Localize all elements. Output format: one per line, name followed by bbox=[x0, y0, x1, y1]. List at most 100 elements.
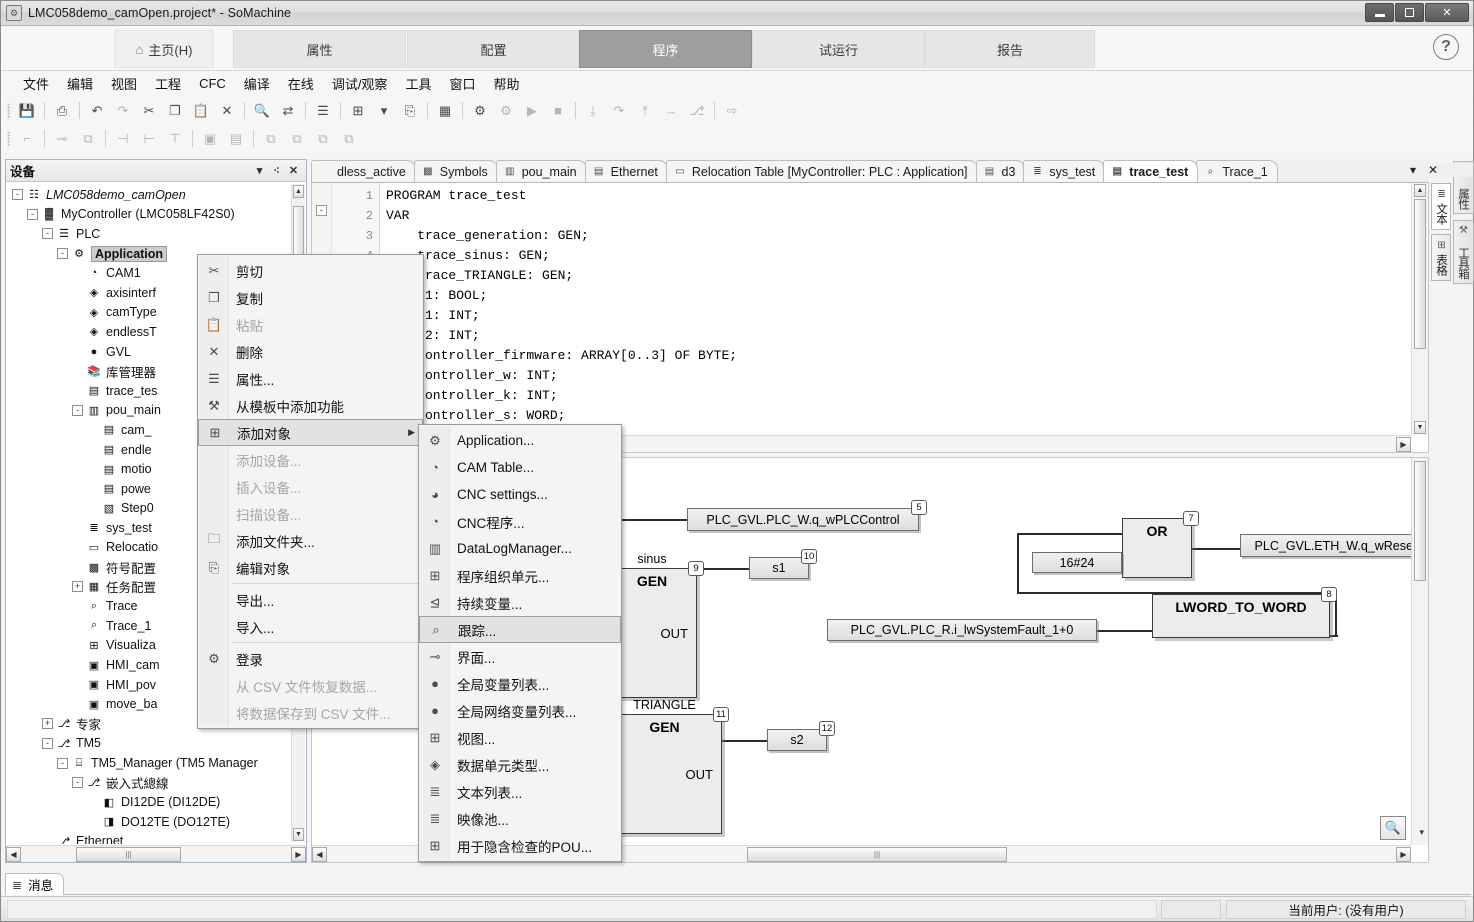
variable-execution-order-badge[interactable]: 12 bbox=[819, 721, 835, 736]
close-button[interactable]: ✕ bbox=[1425, 3, 1469, 22]
devices-close-icon[interactable]: ✕ bbox=[285, 162, 302, 179]
var-box-plc-control[interactable]: PLC_GVL.PLC_W.q_wPLCControl 5 bbox=[687, 500, 927, 531]
menu-item[interactable]: ❐ 复制 bbox=[198, 284, 423, 311]
help-icon[interactable]: ? bbox=[1433, 34, 1459, 60]
menu-edit[interactable]: 编辑 bbox=[58, 72, 102, 95]
menu-window[interactable]: 窗口 bbox=[440, 72, 484, 95]
toolbar-grip[interactable] bbox=[7, 130, 11, 147]
collapse-icon[interactable]: - bbox=[72, 404, 83, 416]
menu-item[interactable]: ⌕ 跟踪... bbox=[419, 616, 621, 643]
collapse-icon[interactable]: - bbox=[42, 737, 53, 749]
devices-hscroll-thumb[interactable]: ||| bbox=[76, 846, 181, 862]
tree-item[interactable]: - ⎇ 嵌入式總線 bbox=[6, 773, 306, 793]
tree-item[interactable]: ◨ DO12TE (DO12TE) bbox=[6, 812, 306, 832]
undo-icon[interactable]: ↶ bbox=[85, 100, 109, 122]
menu-item[interactable]: ⚙ 登录 bbox=[198, 645, 423, 672]
editor-tab[interactable]: ▤ Ethernet bbox=[584, 160, 668, 182]
cfc-hscroll-right-arrow[interactable]: ▶ bbox=[1396, 846, 1411, 862]
block-execution-order-badge[interactable]: 7 bbox=[1183, 511, 1199, 526]
var-box-s1[interactable]: s1 10 bbox=[749, 549, 817, 579]
devices-hscroll-left-arrow[interactable]: ◀ bbox=[6, 846, 21, 862]
tree-item[interactable]: - ☷ LMC058demo_camOpen bbox=[6, 185, 306, 205]
collapse-icon[interactable]: - bbox=[57, 757, 68, 769]
ribbon-tab-home[interactable]: ⌂ 主页(H) bbox=[114, 30, 214, 68]
menu-item[interactable]: ◈ 数据单元类型... bbox=[419, 751, 621, 778]
tree-item[interactable]: - ☰ PLC bbox=[6, 224, 306, 244]
expand-icon[interactable]: + bbox=[72, 581, 83, 593]
devices-pin-icon[interactable]: ⁖ bbox=[268, 162, 285, 179]
devices-scroll-down-arrow[interactable]: ▼ bbox=[293, 828, 304, 841]
add-object-icon[interactable]: ⊞ bbox=[346, 100, 370, 122]
menu-item[interactable]: ⎘ 编辑对象 bbox=[198, 554, 423, 581]
menu-item[interactable]: 导出... bbox=[198, 586, 423, 613]
side-tab-toolbox[interactable]: ⚒ 工具箱 bbox=[1453, 220, 1474, 284]
menu-project[interactable]: 工程 bbox=[146, 72, 190, 95]
collapse-icon[interactable]: - bbox=[42, 228, 53, 240]
menu-item[interactable]: ⊞ 添加对象 ▶ bbox=[198, 419, 423, 446]
ribbon-tab-configuration[interactable]: 配置 bbox=[407, 30, 580, 68]
menu-item[interactable]: ◔ CNC程序... bbox=[419, 508, 621, 535]
cfc-hscroll-left-arrow[interactable]: ◀ bbox=[312, 846, 327, 862]
menu-file[interactable]: 文件 bbox=[14, 72, 58, 95]
block-execution-order-badge[interactable]: 11 bbox=[713, 707, 729, 722]
cfc-hscroll-thumb[interactable]: ||| bbox=[747, 846, 1007, 862]
find-icon[interactable]: 🔍 bbox=[250, 100, 274, 122]
block-lword-to-word[interactable]: LWORD_TO_WORD 8 bbox=[1152, 587, 1337, 638]
block-execution-order-badge[interactable]: 9 bbox=[688, 561, 704, 576]
code-vertical-scrollbar[interactable]: ▲ ▼ bbox=[1411, 183, 1428, 435]
copy-icon[interactable]: ❐ bbox=[163, 100, 187, 122]
cfc-scroll-thumb[interactable] bbox=[1414, 461, 1426, 581]
variable-execution-order-badge[interactable]: 10 bbox=[801, 549, 817, 564]
delete-icon[interactable]: ✕ bbox=[215, 100, 239, 122]
menu-item[interactable]: ⚙ Application... bbox=[419, 427, 621, 454]
menu-tools[interactable]: 工具 bbox=[396, 72, 440, 95]
menu-online[interactable]: 在线 bbox=[279, 72, 323, 95]
menu-item[interactable]: ✕ 删除 bbox=[198, 338, 423, 365]
menu-item[interactable]: ● 全局变量列表... bbox=[419, 670, 621, 697]
tree-item[interactable]: ⎇ Ethernet bbox=[6, 832, 306, 844]
menu-help[interactable]: 帮助 bbox=[484, 72, 528, 95]
block-or[interactable]: OR 7 bbox=[1122, 511, 1199, 578]
code-text[interactable]: PROGRAM trace_test VAR trace_generation: … bbox=[386, 186, 1408, 426]
menu-item[interactable]: ☰ 属性... bbox=[198, 365, 423, 392]
maximize-button[interactable] bbox=[1395, 3, 1424, 22]
tree-item[interactable]: - ▓ MyController (LMC058LF42S0) bbox=[6, 205, 306, 225]
devices-hscroll-track[interactable]: ||| bbox=[21, 846, 291, 862]
tree-item[interactable]: - ⌸ TM5_Manager (TM5 Manager bbox=[6, 753, 306, 773]
var-box-system-fault[interactable]: PLC_GVL.PLC_R.i_lwSystemFault_1+0 bbox=[827, 619, 1097, 641]
fold-toggle-icon[interactable]: - bbox=[316, 205, 327, 216]
block-gen-triangle[interactable]: TRIANGLE GEN OUT 11 bbox=[607, 698, 729, 834]
context-menu[interactable]: ✂ 剪切 ❐ 复制 📋 粘贴 ✕ 删除 ☰ 属性... ⚒ 从模板中添加功能 ⊞ 添加对象 ▶ 添加设备...… bbox=[197, 254, 424, 729]
editor-tab[interactable]: ▥ pou_main bbox=[495, 160, 587, 182]
code-scroll-down-arrow[interactable]: ▼ bbox=[1414, 421, 1426, 434]
toolbar-grip[interactable] bbox=[7, 102, 11, 119]
ribbon-tab-program[interactable]: 程序 bbox=[579, 30, 752, 68]
code-editor[interactable]: - 1234 PROGRAM trace_testVAR trace_gener… bbox=[311, 183, 1429, 453]
devices-scroll-up-arrow[interactable]: ▲ bbox=[293, 185, 304, 198]
menu-item[interactable]: ⊴ 持续变量... bbox=[419, 589, 621, 616]
cfc-vertical-scrollbar[interactable] bbox=[1411, 458, 1428, 845]
var-box-s2[interactable]: s2 12 bbox=[767, 721, 835, 751]
menu-item[interactable]: ◔ CAM Table... bbox=[419, 454, 621, 481]
menu-item[interactable]: ● 全局网络变量列表... bbox=[419, 697, 621, 724]
zoom-icon[interactable]: 🔍 bbox=[1380, 816, 1406, 840]
editor-tab[interactable]: ▤ d3 bbox=[975, 160, 1026, 182]
editor-tab[interactable]: ≣ sys_test bbox=[1023, 160, 1106, 182]
menu-cfc[interactable]: CFC bbox=[190, 74, 235, 93]
tree-item[interactable]: - ⎇ TM5 bbox=[6, 734, 306, 754]
tree-item[interactable]: ◧ DI12DE (DI12DE) bbox=[6, 792, 306, 812]
save-icon[interactable]: 💾 bbox=[15, 100, 39, 122]
properties-icon[interactable]: ☰ bbox=[311, 100, 335, 122]
expand-icon[interactable]: + bbox=[42, 718, 53, 730]
devices-hscroll-right-arrow[interactable]: ▶ bbox=[291, 846, 306, 862]
task-config-icon[interactable]: ▦ bbox=[433, 100, 457, 122]
variable-execution-order-badge[interactable]: 5 bbox=[911, 500, 927, 515]
collapse-icon[interactable]: - bbox=[27, 208, 38, 220]
menu-item[interactable]: 🗀 添加文件夹... bbox=[198, 527, 423, 554]
menu-item[interactable]: ⊞ 视图... bbox=[419, 724, 621, 751]
tab-close-icon[interactable]: ✕ bbox=[1426, 163, 1440, 177]
editor-tab[interactable]: ⌕ Trace_1 bbox=[1196, 160, 1278, 182]
var-box-eth-reset[interactable]: PLC_GVL.ETH_W.q_wResetC bbox=[1240, 534, 1411, 557]
side-tab-text[interactable]: ≣ 文本 bbox=[1431, 183, 1451, 230]
menu-item[interactable]: ⚒ 从模板中添加功能 bbox=[198, 392, 423, 419]
